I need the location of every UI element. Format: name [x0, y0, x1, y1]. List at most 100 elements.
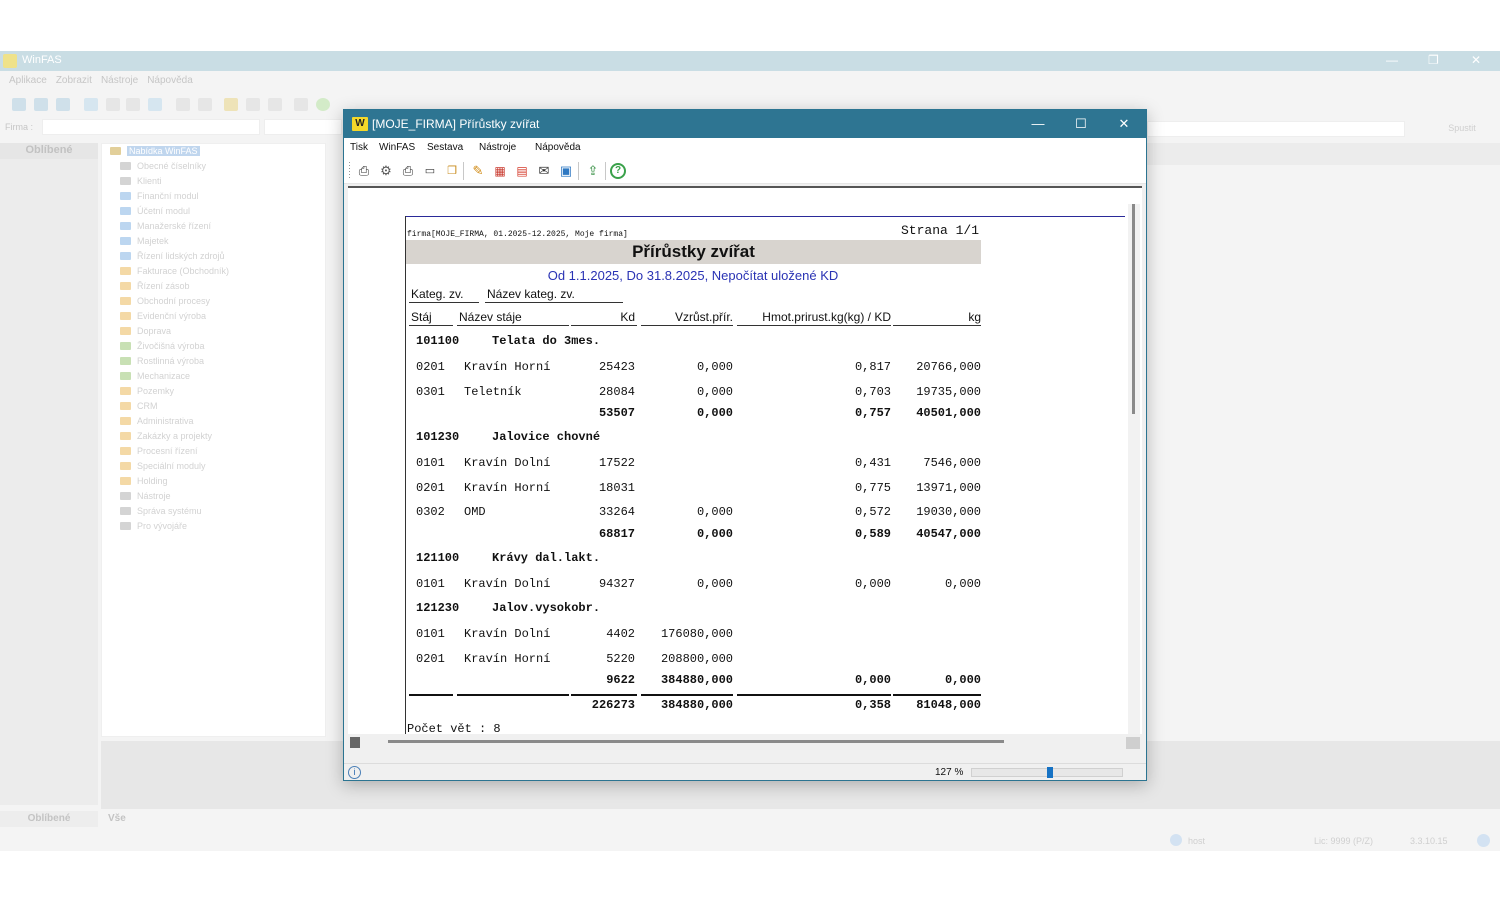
list-icon[interactable]	[198, 98, 212, 111]
star-icon[interactable]	[224, 98, 238, 111]
menu-tisk[interactable]: Tisk	[350, 142, 368, 153]
zoom-slider-thumb[interactable]	[1047, 767, 1053, 778]
menu-nastroje[interactable]: Nástroje	[479, 142, 516, 153]
restore-icon[interactable]: ❐	[1428, 53, 1439, 67]
dialog-title: [MOJE_FIRMA] Přírůstky zvířat	[372, 117, 540, 131]
page-setup-icon[interactable]: ▭	[421, 162, 439, 180]
close-icon[interactable]: ✕	[1471, 53, 1481, 67]
bg-menu-napoveda[interactable]: Nápověda	[147, 75, 193, 86]
tree-item[interactable]: Živočišná výroba	[110, 341, 205, 351]
tree-item[interactable]: Rostlinná výroba	[110, 356, 204, 366]
firma-input[interactable]	[42, 119, 260, 135]
menu-winfas[interactable]: WinFAS	[379, 142, 415, 153]
help-icon[interactable]	[316, 98, 330, 111]
minus-icon[interactable]	[246, 98, 260, 111]
layout-icon[interactable]	[12, 98, 26, 111]
tree-item[interactable]: Holding	[110, 476, 168, 486]
spreadsheet-icon[interactable]: ▦	[491, 162, 509, 180]
copy-pages-icon[interactable]: ❐	[443, 162, 461, 180]
settings-icon[interactable]	[268, 98, 282, 111]
tree-item[interactable]: Obecné číselníky	[110, 161, 206, 171]
report-viewport[interactable]: firma[MOJE_FIRMA, 01.2025-12.2025, Moje …	[348, 186, 1142, 750]
info-icon[interactable]: i	[348, 766, 361, 779]
tree-item[interactable]: Fakturace (Obchodník)	[110, 266, 229, 276]
printer-icon[interactable]: ⎙	[399, 162, 417, 180]
table-cell-hmot: 0,431	[854, 456, 891, 470]
table-cell-nazev: Kravín Dolní	[464, 627, 551, 641]
bg-menu-nastroje[interactable]: Nástroje	[101, 75, 138, 86]
menu-napoveda[interactable]: Nápověda	[535, 142, 581, 153]
firma-name-input[interactable]	[264, 119, 342, 135]
tree-item[interactable]: Pozemky	[110, 386, 174, 396]
toolbar-separator	[605, 162, 606, 180]
minimize-icon[interactable]: —	[1016, 110, 1060, 138]
pdf-icon[interactable]: ▤	[513, 162, 531, 180]
export-icon[interactable]: ✎	[469, 162, 487, 180]
scroll-left-button[interactable]	[350, 737, 360, 748]
tree-item[interactable]: Správa systému	[110, 506, 202, 516]
tree-item[interactable]: Manažerské řízení	[110, 221, 211, 231]
tree-root[interactable]: Nabídka WinFAS	[110, 146, 200, 156]
email-icon[interactable]: ✉	[535, 162, 553, 180]
tree-item-label: Správa systému	[137, 506, 202, 516]
bg-menu-aplikace[interactable]: Aplikace	[9, 75, 47, 86]
copy-icon[interactable]	[106, 98, 120, 111]
tree-item[interactable]: Obchodní procesy	[110, 296, 210, 306]
archive-icon[interactable]: ▣	[557, 162, 575, 180]
col-header-hmot: Hmot.prirust.kg(kg) / KD	[762, 310, 891, 324]
tab-vse[interactable]: Vše	[108, 813, 126, 824]
minimize-icon[interactable]: —	[1386, 53, 1398, 67]
tree-item[interactable]: CRM	[110, 401, 158, 411]
monitor-icon[interactable]	[294, 98, 308, 111]
tree-item[interactable]: Zakázky a projekty	[110, 431, 212, 441]
tree-item[interactable]: Finanční modul	[110, 191, 199, 201]
back-icon[interactable]	[84, 98, 98, 111]
maximize-icon[interactable]: ☐	[1059, 110, 1103, 138]
up-icon[interactable]	[148, 98, 162, 111]
print-settings-icon[interactable]: ⚙	[377, 162, 395, 180]
upload-icon[interactable]: ⇪	[584, 162, 602, 180]
tab-oblibene[interactable]: Oblíbené	[0, 811, 98, 827]
tree-item[interactable]: Speciální moduly	[110, 461, 206, 471]
grand-total-rule	[893, 694, 981, 696]
tree-item[interactable]: Účetní modul	[110, 206, 190, 216]
group-name: Krávy dal.lakt.	[492, 550, 601, 565]
dialog-title-bar[interactable]: W [MOJE_FIRMA] Přírůstky zvířat — ☐ ✕	[344, 110, 1146, 138]
refresh-icon[interactable]	[126, 98, 140, 111]
layout-icon[interactable]	[34, 98, 48, 111]
table-cell-kg: 0,000	[944, 576, 981, 591]
tree-item[interactable]: Evidenční výroba	[110, 311, 206, 321]
tree-item[interactable]: Majetek	[110, 236, 169, 246]
vertical-scrollbar[interactable]	[1128, 204, 1140, 734]
layout-icon[interactable]	[56, 98, 70, 111]
table-cell-vzrust: 0,000	[696, 505, 733, 519]
horizontal-scrollbar[interactable]	[348, 734, 1142, 750]
filter-icon[interactable]	[176, 98, 190, 111]
group-name: Jalov.vysokobr.	[492, 601, 601, 615]
zoom-slider[interactable]	[971, 767, 1123, 778]
close-icon[interactable]: ✕	[1102, 110, 1146, 138]
menu-sestava[interactable]: Sestava	[427, 142, 463, 153]
help-icon[interactable]: ?	[610, 163, 626, 179]
tree-item-label: Účetní modul	[137, 206, 191, 216]
print-icon[interactable]: ⎙	[355, 162, 373, 180]
table-cell-vzrust: 0,000	[696, 360, 733, 374]
grand-total-rule	[409, 694, 453, 696]
bg-menu-zobrazit[interactable]: Zobrazit	[56, 75, 92, 86]
tree-item[interactable]: Klienti	[110, 176, 162, 186]
tree-item[interactable]: Procesní řízení	[110, 446, 198, 456]
horizontal-scroll-thumb[interactable]	[388, 740, 1004, 743]
tree-item[interactable]: Pro vývojáře	[110, 521, 187, 531]
table-cell-hmot: 0,817	[854, 360, 891, 374]
vertical-scroll-thumb[interactable]	[1132, 204, 1135, 414]
background-search-input[interactable]	[1147, 121, 1405, 137]
tree-item[interactable]: Doprava	[110, 326, 171, 336]
tree-item[interactable]: Mechanizace	[110, 371, 190, 381]
tree-item[interactable]: Administrativa	[110, 416, 194, 426]
folder-icon	[120, 402, 131, 410]
tree-item[interactable]: Nástroje	[110, 491, 171, 501]
group-name: Jalovice chovné	[492, 430, 601, 444]
tree-item[interactable]: Řízení lidských zdrojů	[110, 251, 225, 261]
spustit-button[interactable]: Spustit	[1437, 121, 1487, 137]
tree-item[interactable]: Řízení zásob	[110, 281, 190, 291]
